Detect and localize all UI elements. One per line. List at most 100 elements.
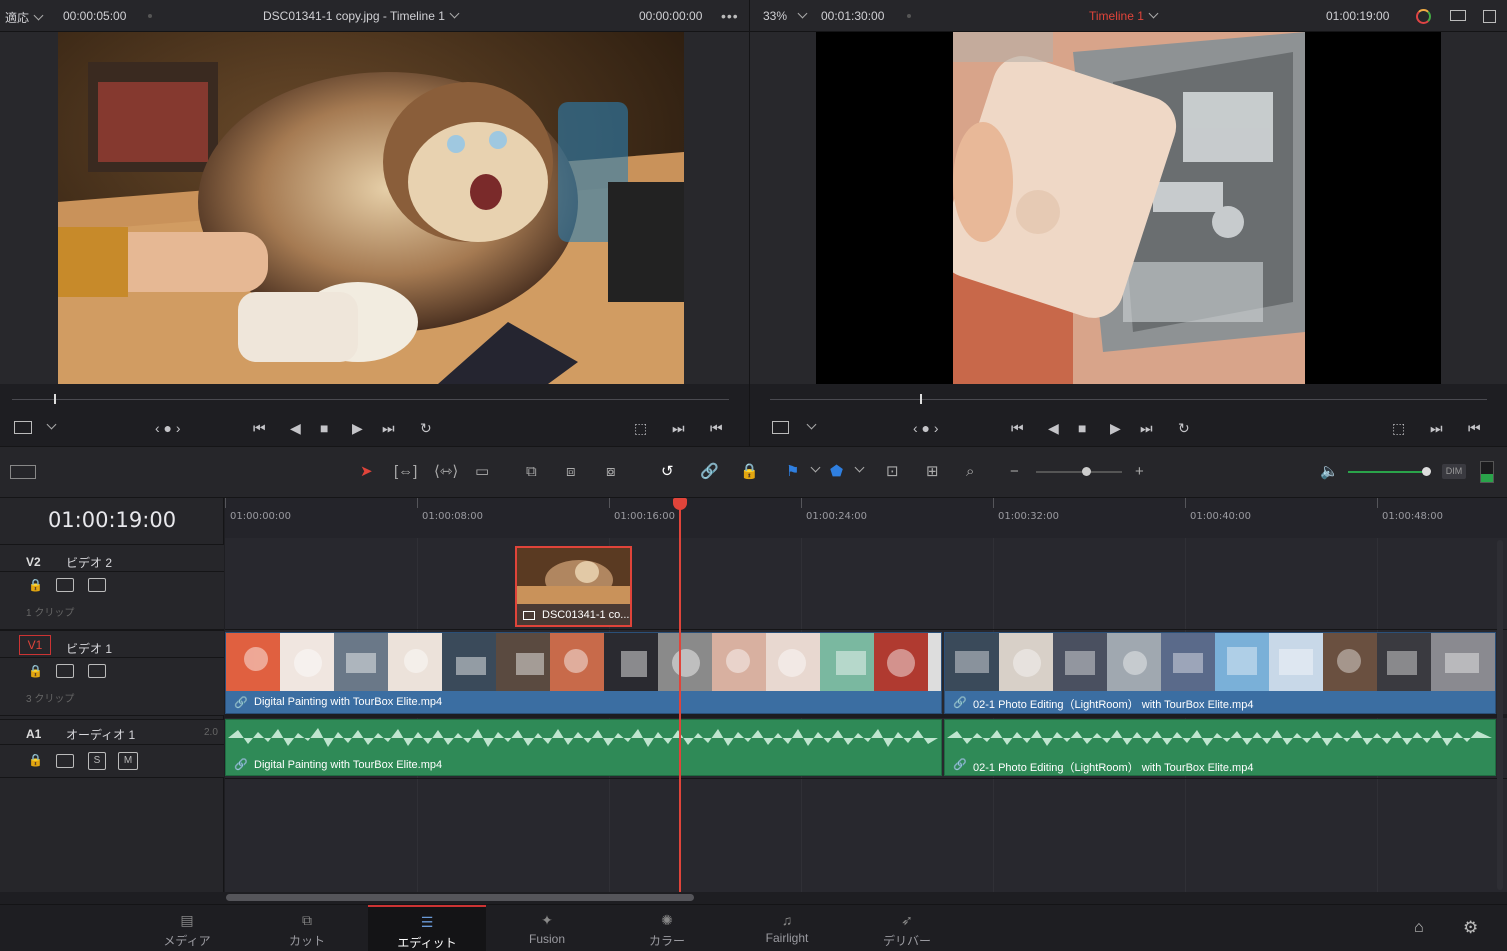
insert-clip-icon[interactable]: ⧉ — [526, 463, 537, 481]
track-enable-icon[interactable] — [88, 664, 106, 678]
chevron-down-icon[interactable] — [850, 461, 865, 479]
lock-icon[interactable]: 🔒 — [28, 664, 43, 678]
page-tab-fusion[interactable]: ✦ Fusion — [488, 905, 606, 951]
timeline-zoom-dropdown[interactable]: 33% — [763, 8, 808, 23]
source-scrub-bar[interactable] — [12, 399, 729, 400]
page-tab-deliver[interactable]: ➶ デリバー — [848, 905, 966, 951]
track-id-v1[interactable]: V1 — [19, 635, 51, 655]
color-wheel-icon[interactable] — [1416, 9, 1431, 24]
page-tab-fairlight[interactable]: ♫ Fairlight — [728, 905, 846, 951]
stop-icon[interactable]: ■ — [320, 420, 328, 436]
zoom-custom-icon[interactable]: ⌕ — [966, 463, 974, 481]
zoom-out-icon[interactable]: − — [1010, 463, 1019, 481]
source-viewer[interactable] — [0, 32, 749, 404]
blade-tool-icon[interactable]: ▭ — [475, 463, 489, 481]
auto-select-icon[interactable] — [56, 578, 74, 592]
dim-button[interactable]: DIM — [1442, 464, 1466, 479]
linked-selection-icon[interactable]: 🔗 — [700, 463, 719, 481]
timeline-vscroll-thumb[interactable] — [1497, 540, 1503, 890]
loop-icon[interactable]: ↻ — [420, 420, 432, 436]
chevron-down-icon[interactable] — [802, 418, 817, 434]
jump-to-start-icon[interactable]: ⏮ — [1011, 420, 1024, 436]
mark-in-icon[interactable]: ⏭ — [672, 420, 685, 436]
a1-clip-digital-painting[interactable]: 🔗 Digital Painting with TourBox Elite.mp… — [225, 719, 942, 776]
source-jog-control[interactable]: ‹ ● › — [155, 420, 181, 436]
position-lock-icon[interactable]: 🔒 — [740, 463, 759, 481]
step-back-icon[interactable]: ◀ — [290, 420, 301, 436]
timeline-view-options-icon[interactable] — [10, 465, 36, 479]
viewer-mode-icon[interactable] — [1450, 10, 1466, 21]
chevron-down-icon[interactable] — [42, 418, 57, 434]
mark-out-icon[interactable]: ⏮ — [710, 420, 723, 436]
step-back-icon[interactable]: ◀ — [1048, 420, 1059, 436]
v1-clip-photo-editing[interactable]: 🔗 02-1 Photo Editing（LightRoom） with Tou… — [944, 632, 1496, 714]
v2-clip[interactable]: DSC01341-1 co... — [515, 546, 632, 627]
mark-in-icon[interactable]: ⏭ — [1430, 420, 1443, 436]
source-playhead[interactable] — [54, 394, 56, 404]
a1-clip-photo-editing[interactable]: 🔗 02-1 Photo Editing（LightRoom） with Tou… — [944, 719, 1496, 776]
source-clip-title-dropdown[interactable]: DSC01341-1 copy.jpg - Timeline 1 — [263, 8, 460, 23]
page-tab-edit[interactable]: ☰ エディット — [368, 905, 486, 951]
track-enable-icon[interactable] — [88, 578, 106, 592]
track-name-a1[interactable]: オーディオ 1 — [66, 726, 135, 743]
lock-icon[interactable]: 🔒 — [28, 753, 43, 767]
snapping-icon[interactable]: ↺ — [661, 463, 674, 481]
speaker-icon[interactable]: 🔈 — [1320, 463, 1339, 481]
source-view-options-icon[interactable] — [14, 421, 32, 434]
match-frame-icon[interactable]: ⬚ — [634, 420, 647, 436]
stop-icon[interactable]: ■ — [1078, 420, 1086, 436]
overwrite-clip-icon[interactable]: ⧈ — [566, 463, 576, 481]
replace-clip-icon[interactable]: ⧇ — [606, 463, 616, 481]
track-name-v1[interactable]: ビデオ 1 — [66, 640, 112, 657]
flag-icon[interactable]: ⚑ — [786, 463, 799, 481]
timeline-tracks-area[interactable]: DSC01341-1 co... 🔗 Digital Painting with… — [225, 538, 1507, 892]
jump-to-start-icon[interactable]: ⏮ — [253, 420, 266, 436]
settings-gear-icon[interactable]: ⚙ — [1463, 918, 1478, 938]
source-zoom-dropdown[interactable]: 適応 — [5, 9, 44, 26]
solo-button[interactable]: S — [88, 752, 106, 770]
jump-to-end-icon[interactable]: ⏭ — [1140, 420, 1153, 436]
zoom-full-icon[interactable]: ⊡ — [886, 463, 899, 481]
volume-slider-handle[interactable] — [1422, 467, 1431, 476]
zoom-in-icon[interactable]: + — [1135, 463, 1144, 481]
volume-slider[interactable] — [1348, 471, 1428, 473]
playhead-line[interactable] — [679, 508, 681, 892]
auto-select-icon[interactable] — [56, 664, 74, 678]
page-tab-media[interactable]: ▤ メディア — [128, 905, 246, 951]
chevron-down-icon[interactable] — [806, 461, 821, 479]
track-name-v2[interactable]: ビデオ 2 — [66, 554, 112, 571]
jump-to-end-icon[interactable]: ⏭ — [382, 420, 395, 436]
timeline-viewer[interactable] — [750, 32, 1507, 404]
timeline-view-options-icon[interactable] — [772, 421, 789, 434]
dynamic-trim-icon[interactable]: ⟨⇿⟩ — [434, 463, 458, 481]
trim-tool-icon[interactable]: [⇔] — [394, 463, 417, 481]
auto-select-icon[interactable] — [56, 754, 74, 768]
track-id-v2: V2 — [26, 555, 41, 569]
zoom-slider[interactable] — [1036, 471, 1122, 473]
lock-icon[interactable]: 🔒 — [28, 578, 43, 592]
timeline-scrollbar-thumb[interactable] — [226, 894, 694, 901]
v1-clip-digital-painting[interactable]: 🔗 Digital Painting with TourBox Elite.mp… — [225, 632, 942, 714]
marker-icon[interactable]: ⬟ — [830, 463, 843, 481]
zoom-detail-icon[interactable]: ⊞ — [926, 463, 939, 481]
home-icon[interactable]: ⌂ — [1414, 919, 1424, 937]
zoom-slider-handle[interactable] — [1082, 467, 1091, 476]
mute-button[interactable]: M — [118, 752, 138, 770]
timeline-name-dropdown[interactable]: Timeline 1 — [1089, 8, 1159, 23]
play-icon[interactable]: ▶ — [1110, 420, 1121, 436]
loop-icon[interactable]: ↻ — [1178, 420, 1190, 436]
mark-out-icon[interactable]: ⏮ — [1468, 420, 1481, 436]
page-tab-cut[interactable]: ⧉ カット — [248, 905, 366, 951]
timeline-scrub-bar[interactable] — [770, 399, 1487, 400]
timeline-jog-control[interactable]: ‹ ● › — [913, 420, 939, 436]
timeline-scrub-playhead[interactable] — [920, 394, 922, 404]
selection-tool-icon[interactable]: ➤ — [360, 463, 373, 481]
single-viewer-icon[interactable] — [1483, 10, 1496, 23]
track-divider — [225, 778, 1507, 779]
timeline-ruler[interactable]: 01:00:00:00 01:00:08:00 01:00:16:00 01:0… — [225, 498, 1507, 538]
match-frame-icon[interactable]: ⬚ — [1392, 420, 1405, 436]
page-tab-color[interactable]: ✺ カラー — [608, 905, 726, 951]
source-more-icon[interactable]: ••• — [721, 8, 739, 24]
cat-photo — [58, 32, 684, 384]
play-icon[interactable]: ▶ — [352, 420, 363, 436]
